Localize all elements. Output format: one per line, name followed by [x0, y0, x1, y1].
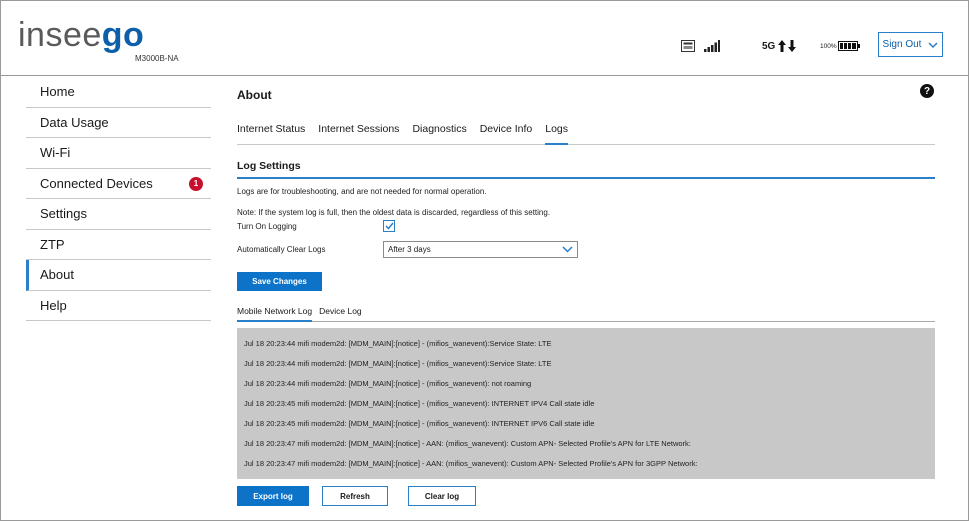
info-text: Logs are for troubleshooting, and are no…	[237, 187, 487, 196]
battery-percent: 100%	[820, 42, 837, 50]
alert-badge: 1	[189, 176, 203, 191]
about-tabs: Internet Status Internet Sessions Diagno…	[237, 123, 935, 145]
refresh-button[interactable]: Refresh	[322, 486, 388, 506]
log-line: Jul 18 20:23:45 mifi modem2d: [MDM_MAIN]…	[244, 399, 595, 408]
chevron-down-icon	[928, 41, 938, 48]
log-line: Jul 18 20:23:47 mifi modem2d: [MDM_MAIN]…	[244, 459, 698, 468]
page-title: About	[237, 88, 272, 102]
log-line: Jul 18 20:23:45 mifi modem2d: [MDM_MAIN]…	[244, 419, 595, 428]
data-transfer-icon	[778, 40, 797, 52]
turn-on-logging-checkbox[interactable]	[383, 220, 395, 232]
header: inseego M3000B-NA 5G 100% Sign Out	[1, 1, 968, 76]
export-log-button[interactable]: Export log	[237, 486, 309, 506]
tab-internet-sessions[interactable]: Internet Sessions	[318, 123, 399, 145]
log-line: Jul 18 20:23:44 mifi modem2d: [MDM_MAIN]…	[244, 359, 552, 368]
log-output: Jul 18 20:23:44 mifi modem2d: [MDM_MAIN]…	[237, 328, 935, 479]
save-changes-button[interactable]: Save Changes	[237, 272, 322, 291]
sim-icon	[681, 37, 695, 55]
tab-logs[interactable]: Logs	[545, 123, 569, 145]
inseego-logo: inseego	[18, 16, 145, 54]
log-line: Jul 18 20:23:47 mifi modem2d: [MDM_MAIN]…	[244, 439, 691, 448]
battery-icon	[837, 41, 860, 51]
sidebar-item-help[interactable]: Help	[26, 291, 211, 321]
tab-device-info[interactable]: Device Info	[480, 123, 533, 145]
tab-internet-status[interactable]: Internet Status	[237, 123, 305, 145]
sidebar-item-home[interactable]: Home	[26, 77, 211, 108]
chevron-down-icon	[562, 246, 573, 253]
sidebar-item-settings[interactable]: Settings	[26, 199, 211, 230]
sidebar-nav: Home Data Usage Wi-Fi Connected Devices …	[26, 77, 211, 321]
help-icon[interactable]: ?	[920, 84, 934, 98]
tab-mobile-network-log[interactable]: Mobile Network Log	[237, 303, 313, 322]
checkmark-icon	[384, 222, 394, 230]
app-frame: inseego M3000B-NA 5G 100% Sign Out Home …	[0, 0, 969, 521]
signal-strength-icon	[704, 37, 720, 55]
sidebar-item-wifi[interactable]: Wi-Fi	[26, 138, 211, 169]
log-line: Jul 18 20:23:44 mifi modem2d: [MDM_MAIN]…	[244, 339, 552, 348]
auto-clear-select[interactable]: After 3 days	[383, 241, 578, 258]
sidebar-item-data-usage[interactable]: Data Usage	[26, 108, 211, 138]
network-status: 5G	[762, 37, 797, 55]
sidebar-item-connected-devices[interactable]: Connected Devices 1	[26, 169, 211, 199]
tab-diagnostics[interactable]: Diagnostics	[412, 123, 466, 145]
turn-on-logging-label: Turn On Logging	[237, 222, 297, 231]
device-model: M3000B-NA	[135, 54, 179, 63]
network-type-label: 5G	[762, 40, 776, 52]
sign-out-button[interactable]: Sign Out	[878, 32, 943, 57]
sidebar-item-ztp[interactable]: ZTP	[26, 230, 211, 260]
clear-log-button[interactable]: Clear log	[408, 486, 476, 506]
tab-device-log[interactable]: Device Log	[319, 303, 362, 322]
section-title: Log Settings	[237, 160, 935, 179]
note-text: Note: If the system log is full, then th…	[237, 208, 551, 217]
log-subtabs: Mobile Network Log Device Log	[237, 303, 935, 322]
auto-clear-label: Automatically Clear Logs	[237, 245, 326, 254]
battery-status: 100%	[820, 37, 860, 55]
log-line: Jul 18 20:23:44 mifi modem2d: [MDM_MAIN]…	[244, 379, 532, 388]
sidebar-item-about[interactable]: About	[26, 260, 211, 291]
